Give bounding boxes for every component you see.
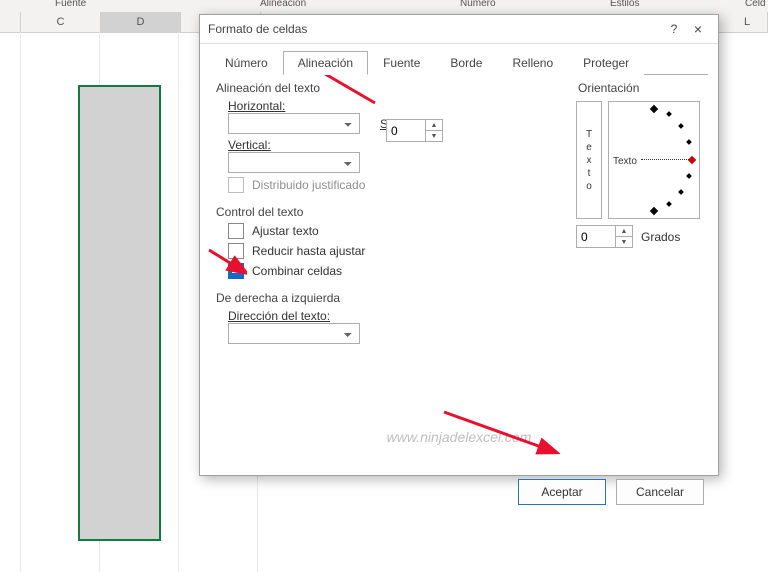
merge-cells-checkbox[interactable] [228,263,244,279]
cancel-button[interactable]: Cancelar [616,479,704,505]
degrees-spinner[interactable]: ▲▼ [576,225,633,248]
text-direction-select[interactable]: Contexto [228,323,360,344]
group-legend: Orientación [576,81,641,95]
shrink-fit-checkbox[interactable] [228,243,244,259]
shrink-fit-label: Reducir hasta ajustar [252,244,365,258]
horizontal-select[interactable] [228,113,360,134]
dialog-tabs: Número Alineación Fuente Borde Relleno P… [200,44,718,74]
ribbon-group-label: Numero [460,0,496,9]
degrees-label: Grados [641,230,680,244]
selection-box [78,85,161,541]
col-header[interactable]: D [101,12,181,32]
tab-borde[interactable]: Borde [435,51,497,75]
ok-button[interactable]: Aceptar [518,479,606,505]
ribbon-group-label: Fuente [55,0,86,9]
sangria-spinner[interactable]: ▲▼ [386,119,443,142]
dialog-title: Formato de celdas [208,22,662,36]
tab-alineacion[interactable]: Alineación [283,51,368,75]
spinner-down-icon[interactable]: ▼ [426,131,442,141]
sangria-input[interactable] [387,120,425,141]
group-legend: Alineación del texto [214,81,322,95]
tab-fuente[interactable]: Fuente [368,51,435,75]
ribbon-group-label: Celd [745,0,766,9]
vertical-text-preview[interactable]: Texto [576,101,602,219]
help-button[interactable]: ? [662,22,686,36]
orientation-dial[interactable]: Texto [608,101,700,219]
dist-justified-checkbox [228,177,244,193]
text-direction-label: Dirección del texto: [228,309,330,323]
col-header[interactable]: C [21,12,101,32]
tab-relleno[interactable]: Relleno [497,51,568,75]
wrap-text-label: Ajustar texto [252,224,319,238]
close-button[interactable]: × [686,21,710,37]
group-orientacion: Orientación Texto Texto [576,81,704,260]
tab-numero[interactable]: Número [210,51,283,75]
group-legend: Control del texto [214,205,305,219]
format-cells-dialog: Formato de celdas ? × Número Alineación … [199,14,719,476]
vertical-select[interactable]: Inferior [228,152,360,173]
dialog-button-bar: Aceptar Cancelar [200,469,718,515]
tab-proteger[interactable]: Proteger [568,51,644,75]
group-legend: De derecha a izquierda [214,291,342,305]
horizontal-label: Horizontal: [228,99,285,113]
vertical-label: Vertical: [228,138,271,152]
dialog-titlebar[interactable]: Formato de celdas ? × [200,15,718,44]
spinner-down-icon[interactable]: ▼ [616,237,632,247]
group-alineacion-texto: Alineación del texto Horizontal: Sangría… [214,81,554,197]
group-control-texto: Control del texto Ajustar texto Reducir … [214,205,554,283]
wrap-text-checkbox[interactable] [228,223,244,239]
spinner-up-icon[interactable]: ▲ [616,226,632,237]
ribbon-group-label: Estilos [610,0,639,9]
dist-justified-label: Distribuido justificado [252,178,365,192]
watermark-text: www.ninjadelexcel.com [200,429,718,445]
spinner-up-icon[interactable]: ▲ [426,120,442,131]
ribbon-group-label: Alineacion [260,0,306,9]
merge-cells-label: Combinar celdas [252,264,342,278]
col-header[interactable]: L [727,12,768,32]
degrees-input[interactable] [577,226,615,247]
group-rtl: De derecha a izquierda Dirección del tex… [214,291,554,348]
